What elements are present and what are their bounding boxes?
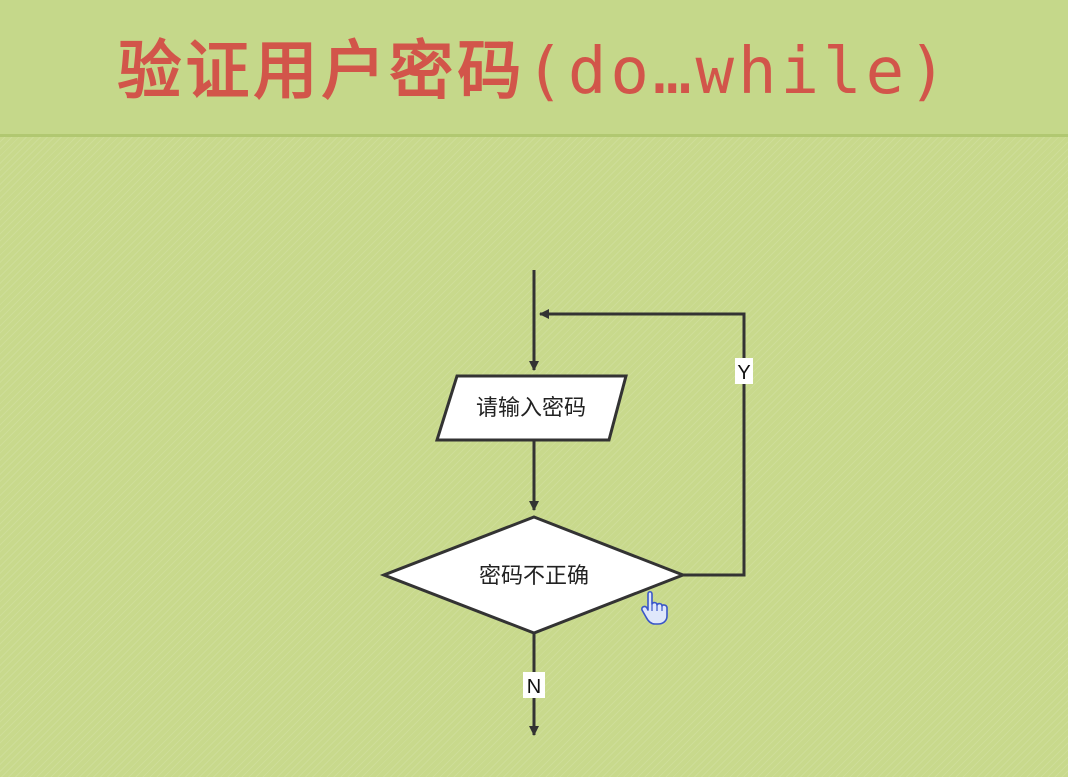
input-label: 请输入密码	[476, 396, 586, 421]
no-label: N	[527, 676, 541, 698]
flowchart: 请输入密码 密码不正确 Y N	[379, 270, 753, 736]
decision-label: 密码不正确	[479, 564, 589, 589]
yes-label: Y	[737, 362, 750, 384]
hand-pointer-icon	[641, 590, 668, 625]
